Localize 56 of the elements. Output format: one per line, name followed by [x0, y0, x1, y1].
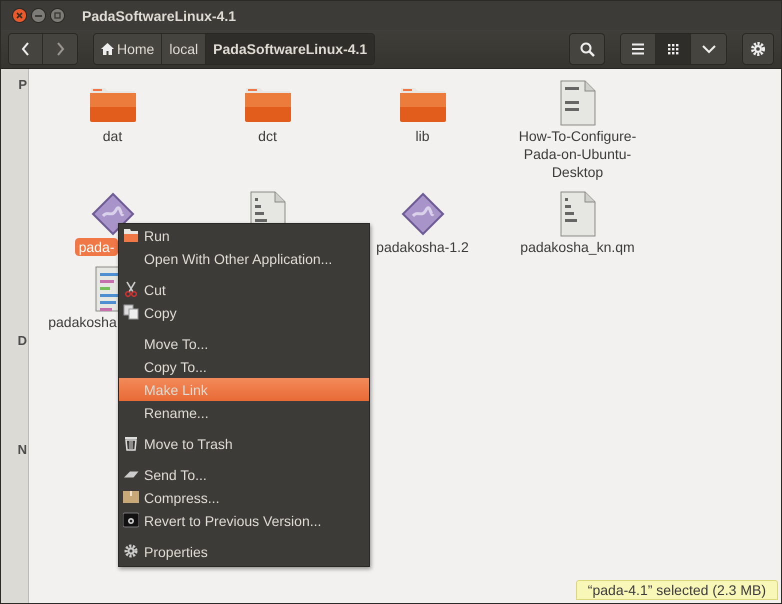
menu-item[interactable]: Rename... [119, 401, 369, 424]
file-label[interactable]: How-To-Configure-Pada-on-Ubuntu-Desktop [508, 127, 646, 181]
menu-item[interactable]: Move To... [119, 332, 369, 355]
chevron-down-icon [702, 44, 716, 54]
file-label[interactable]: padakosha-1.2 [372, 238, 473, 256]
menu-item[interactable]: Copy [119, 301, 369, 324]
status-message: “pada-4.1” selected (2.3 MB) [576, 580, 778, 600]
list-icon [631, 43, 645, 55]
camera-icon [123, 512, 139, 528]
binary-file-icon [560, 191, 596, 237]
minimize-button[interactable] [31, 8, 46, 23]
view-button[interactable] [656, 34, 691, 64]
menu-item[interactable]: Run [119, 224, 369, 247]
close-icon [16, 12, 23, 19]
text-file-icon [560, 80, 596, 126]
file-label[interactable]: lib [411, 127, 434, 145]
menu-item[interactable]: Cut [119, 278, 369, 301]
sidebar-heading: D [18, 333, 27, 348]
maximize-icon [54, 12, 61, 19]
back-button[interactable] [9, 34, 43, 64]
window-title: PadaSoftwareLinux-4.1 [82, 8, 236, 24]
sidebar-heading: P [18, 77, 27, 92]
search-button[interactable] [569, 33, 605, 65]
grid-icon [668, 44, 678, 54]
settings-icon [750, 41, 766, 57]
maximize-button[interactable] [50, 8, 65, 23]
package-icon [123, 489, 139, 505]
file-label[interactable]: dat [98, 127, 126, 145]
file-label[interactable]: padakosha_kn.qm [516, 238, 639, 256]
settings-icon [123, 543, 139, 559]
close-button[interactable] [12, 8, 27, 23]
chevron-left-icon [21, 42, 30, 56]
menu-item[interactable]: Compress... [119, 486, 369, 509]
menu-item[interactable]: Revert to Previous Version... [119, 509, 369, 532]
copy-icon [123, 304, 139, 320]
trash-icon [123, 435, 139, 451]
menu-item[interactable]: Copy To... [119, 355, 369, 378]
executable-icon [400, 192, 444, 236]
search-icon [580, 42, 594, 56]
file-label[interactable]: padakosha [44, 313, 121, 331]
menu-item[interactable]: Send To... [119, 463, 369, 486]
menu-item[interactable]: Open With Other Application... [119, 247, 369, 270]
folder-icon [123, 227, 139, 243]
sidebar-heading: N [18, 442, 27, 457]
chevron-right-icon [56, 42, 64, 56]
view-button[interactable] [621, 34, 656, 64]
file-label[interactable]: dct [254, 127, 281, 145]
home-icon [101, 43, 114, 55]
menu-item[interactable]: Properties [119, 540, 369, 563]
send-icon [123, 470, 139, 478]
scissors-icon [123, 281, 139, 297]
menu-item[interactable]: Move to Trash [119, 432, 369, 455]
breadcrumb-button[interactable]: PadaSoftwareLinux-4.1 [206, 34, 374, 64]
minimize-icon [35, 14, 42, 16]
settings-button[interactable] [742, 33, 774, 65]
breadcrumb-button[interactable]: Home [94, 34, 162, 64]
